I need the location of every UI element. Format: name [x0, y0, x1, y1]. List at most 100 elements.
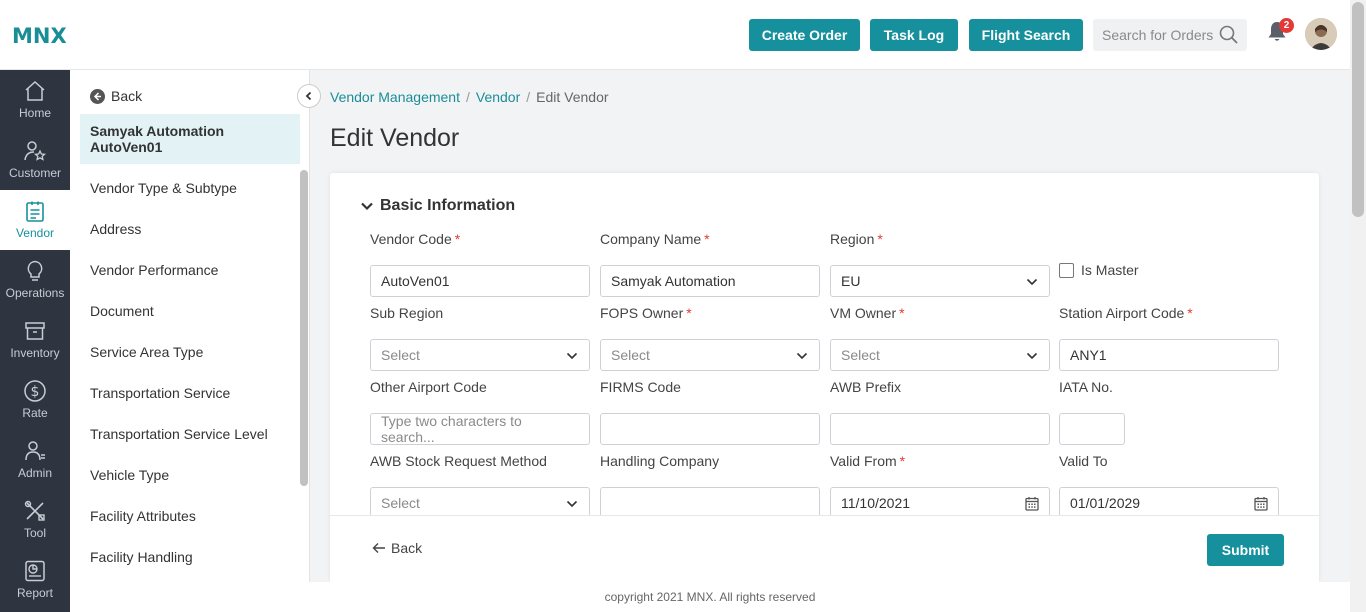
sidebar-item[interactable]: Address — [90, 221, 268, 262]
iata-no-input[interactable] — [1059, 413, 1125, 445]
search-icon[interactable] — [1219, 25, 1239, 50]
submit-button[interactable]: Submit — [1207, 534, 1284, 566]
sidebar-item[interactable]: Transportation Service — [90, 385, 268, 426]
checkbox-box[interactable] — [1059, 262, 1074, 278]
notification-badge: 2 — [1279, 18, 1294, 33]
app-logo[interactable]: MNX — [12, 24, 67, 48]
breadcrumb-vendor[interactable]: Vendor — [476, 89, 520, 105]
station-airport-code-label: Station Airport Code * — [1059, 305, 1193, 321]
flight-search-button[interactable]: Flight Search — [969, 19, 1083, 51]
task-log-button[interactable]: Task Log — [870, 19, 958, 51]
valid-from-value: 11/10/2021 — [841, 495, 911, 511]
footer-back-label: Back — [391, 540, 423, 556]
company-name-field: Company Name * Samyak Automation — [600, 231, 820, 297]
footer-back-button[interactable]: Back — [372, 540, 422, 556]
handling-company-field: Handling Company — [600, 453, 820, 519]
sidebar-item[interactable]: Transportation Service Level — [90, 426, 268, 467]
other-airport-code-field: Other Airport Code Type two characters t… — [370, 379, 590, 445]
vendor-sidebar: Back Samyak Automation AutoVen01 Vendor … — [70, 70, 310, 582]
nav-item-label: Report — [16, 586, 54, 600]
sidebar-item[interactable]: Vendor Performance — [90, 262, 268, 303]
other-airport-code-input[interactable]: Type two characters to search... — [370, 413, 590, 445]
order-search-input[interactable] — [1102, 27, 1220, 43]
station-airport-code-input[interactable]: ANY1 — [1059, 339, 1279, 371]
chevron-down-icon — [796, 352, 808, 360]
vm-owner-label: VM Owner * — [830, 305, 905, 321]
basic-information-toggle[interactable]: Basic Information — [360, 197, 515, 215]
nav-item-report[interactable]: Report — [0, 550, 70, 610]
svg-text:$: $ — [31, 384, 40, 400]
sidebar-item[interactable]: Vendor Type & Subtype — [90, 180, 268, 221]
nav-item-tool[interactable]: Tool — [0, 490, 70, 550]
sidebar-back-link[interactable]: Back — [90, 88, 142, 104]
page-scrollbar[interactable] — [1350, 0, 1366, 612]
other-airport-code-label: Other Airport Code — [370, 379, 487, 395]
vendor-form-card: Basic Information Vendor Code * AutoVen01… — [330, 173, 1319, 582]
order-search — [1093, 19, 1247, 51]
awb-prefix-field: AWB Prefix — [830, 379, 1050, 445]
region-select[interactable]: EU — [830, 265, 1050, 297]
page-title: Edit Vendor — [330, 124, 460, 152]
fops-owner-label: FOPS Owner * — [600, 305, 692, 321]
sidebar-scrollbar[interactable] — [300, 170, 308, 486]
breadcrumb-separator: / — [526, 89, 531, 105]
valid-to-field: Valid To 01/01/2029 — [1059, 453, 1279, 519]
sidebar-item[interactable]: Service Area Type — [90, 344, 268, 385]
section-title: Basic Information — [380, 197, 516, 214]
nav-item-admin[interactable]: Admin — [0, 430, 70, 490]
valid-from-label: Valid From * — [830, 453, 906, 469]
vendor-code-label: Vendor Code * — [370, 231, 461, 247]
breadcrumb-vendor-management[interactable]: Vendor Management — [330, 89, 460, 105]
nav-item-vendor[interactable]: Vendor — [0, 190, 70, 250]
arrow-left-icon — [372, 543, 385, 553]
fops-owner-placeholder: Select — [611, 347, 650, 363]
sub-region-select[interactable]: Select — [370, 339, 590, 371]
sidebar-item[interactable]: Document — [90, 303, 268, 344]
user-avatar[interactable] — [1305, 18, 1337, 50]
nav-item-rate[interactable]: $ Rate — [0, 370, 70, 430]
create-order-button[interactable]: Create Order — [749, 19, 860, 51]
nav-item-inventory[interactable]: Inventory — [0, 310, 70, 370]
handling-company-label: Handling Company — [600, 453, 720, 469]
report-icon — [25, 560, 45, 582]
main-nav: Home Customer Vendor Operations Inventor… — [0, 70, 70, 612]
company-name-input[interactable]: Samyak Automation — [600, 265, 820, 297]
vm-owner-placeholder: Select — [841, 347, 880, 363]
admin-icon — [25, 441, 45, 461]
chevron-down-icon — [566, 500, 578, 508]
tool-icon — [24, 500, 45, 521]
is-master-label: Is Master — [1081, 262, 1139, 278]
home-icon — [25, 80, 45, 101]
is-master-checkbox[interactable]: Is Master — [1059, 262, 1139, 278]
valid-from-field: Valid From * 11/10/2021 — [830, 453, 1050, 519]
sidebar-item[interactable]: Vehicle Type — [90, 467, 268, 508]
calendar-icon[interactable] — [1025, 496, 1039, 511]
valid-to-label: Valid To — [1059, 453, 1108, 469]
collapse-sidebar-button[interactable] — [297, 84, 321, 108]
sidebar-item[interactable]: Facility Attributes — [90, 508, 268, 549]
firms-code-input[interactable] — [600, 413, 820, 445]
nav-item-operations[interactable]: Operations — [0, 250, 70, 310]
awb-stock-request-method-placeholder: Select — [381, 495, 420, 511]
nav-item-customer[interactable]: Customer — [0, 130, 70, 190]
calendar-icon[interactable] — [1254, 496, 1268, 511]
station-airport-code-field: Station Airport Code * ANY1 — [1059, 305, 1279, 371]
iata-no-label: IATA No. — [1059, 379, 1113, 395]
nav-item-label: Operations — [5, 286, 65, 300]
nav-item-label: Customer — [8, 166, 61, 180]
vm-owner-select[interactable]: Select — [830, 339, 1050, 371]
chevron-down-icon — [361, 202, 373, 211]
page-scrollbar-thumb[interactable] — [1352, 2, 1364, 217]
awb-prefix-input[interactable] — [830, 413, 1050, 445]
company-name-label: Company Name * — [600, 231, 710, 247]
awb-prefix-label: AWB Prefix — [830, 379, 902, 395]
nav-item-home[interactable]: Home — [0, 70, 70, 130]
vendor-icon — [26, 201, 44, 222]
fops-owner-select[interactable]: Select — [600, 339, 820, 371]
sub-region-label: Sub Region — [370, 305, 444, 321]
firms-code-field: FIRMS Code — [600, 379, 820, 445]
vendor-code-input[interactable]: AutoVen01 — [370, 265, 590, 297]
form-footer: Back Submit — [330, 515, 1319, 582]
nav-item-label: Tool — [23, 526, 46, 540]
breadcrumb-current: Edit Vendor — [536, 89, 609, 105]
